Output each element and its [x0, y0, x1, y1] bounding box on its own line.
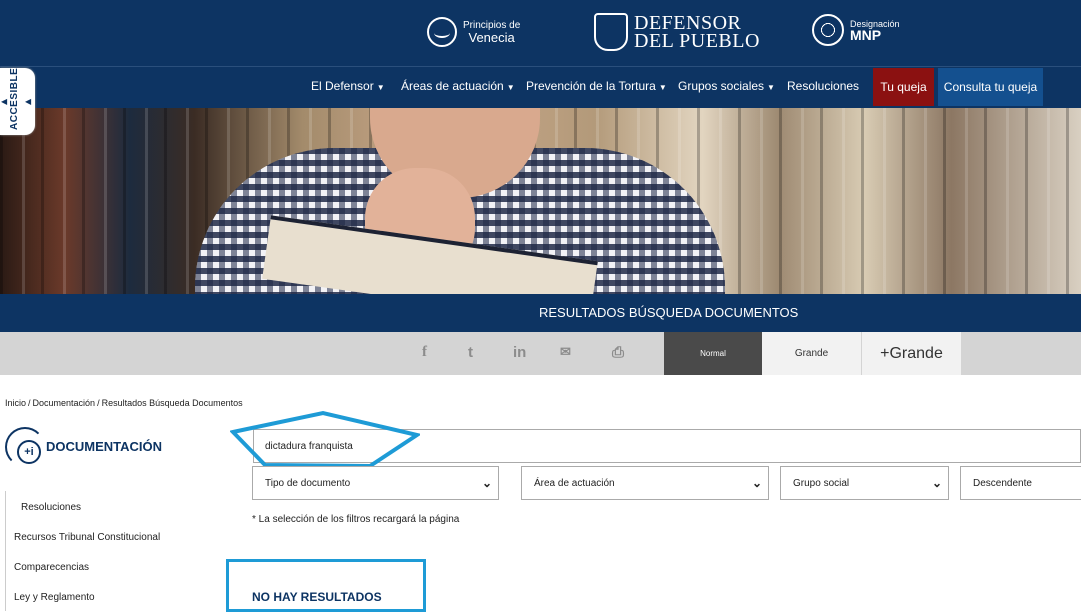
filter-grupo-social[interactable]: Grupo social ⌄	[780, 466, 949, 500]
facebook-icon[interactable]: f	[422, 344, 427, 361]
chevron-down-icon: ▼	[506, 83, 515, 92]
nav-areas-actuacion[interactable]: Áreas de actuación ▼	[401, 79, 515, 93]
chevron-down-icon: ▼	[767, 83, 775, 92]
filter-note: * La selección de los filtros recargará …	[252, 514, 460, 525]
print-icon[interactable]: ⎙	[612, 344, 624, 361]
breadcrumb-inicio[interactable]: Inicio	[5, 398, 26, 408]
chevron-down-icon: ⌄	[931, 476, 942, 490]
sidebar-item-ley-reglamento[interactable]: Ley y Reglamento	[14, 592, 95, 603]
nav-resoluciones[interactable]: Resoluciones	[787, 79, 859, 93]
reading-person-image	[195, 108, 725, 294]
mnp-designation-logo[interactable]: Designación MNP	[812, 14, 900, 46]
mnp-text: MNP	[850, 27, 882, 43]
filter-area-actuacion[interactable]: Área de actuación ⌄	[521, 466, 769, 500]
defensor-del-pueblo-logo[interactable]: DEFENSOR DEL PUEBLO	[594, 13, 760, 51]
chevron-down-icon: ▼	[376, 83, 385, 92]
site-header: Principios de Venecia DEFENSOR DEL PUEBLO …	[0, 0, 1081, 66]
font-size-grande-button[interactable]: Grande	[762, 332, 861, 375]
section-title: DOCUMENTACIÓN	[46, 439, 163, 454]
font-size-normal-button[interactable]: Normal	[664, 332, 762, 375]
venecia-principles-logo[interactable]: Principios de Venecia	[427, 15, 520, 49]
chevron-down-icon: ⌄	[751, 476, 762, 490]
section-heading: +i DOCUMENTACIÓN	[5, 427, 195, 472]
coat-of-arms-icon	[594, 13, 628, 51]
chevron-down-icon: ⌄	[481, 476, 492, 490]
font-size-mas-grande-button[interactable]: +Grande	[862, 332, 961, 375]
email-icon[interactable]: ✉	[560, 344, 571, 360]
logo-del-pueblo-text: DEL PUEBLO	[634, 30, 760, 52]
nav-el-defensor[interactable]: El Defensor ▼	[311, 79, 385, 93]
venecia-logo-text: Venecia	[468, 30, 515, 45]
nav-grupos-sociales[interactable]: Grupos sociales ▼	[678, 79, 775, 93]
nav-prevencion-tortura[interactable]: Prevención de la Tortura ▼	[526, 79, 667, 93]
sidebar-item-resoluciones[interactable]: Resoluciones	[21, 502, 81, 513]
info-icon: +i	[17, 440, 41, 464]
sidebar-item-comparecencias[interactable]: Comparecencias	[14, 562, 89, 573]
arrow-left-icon: ◀	[1, 97, 8, 106]
no-results-message: NO HAY RESULTADOS	[252, 590, 382, 604]
accessibility-label: ACCESIBLE	[9, 67, 20, 130]
breadcrumb: Inicio / Documentación / Resultados Búsqueda…	[5, 398, 243, 408]
arrow-left-icon: ◀	[25, 97, 32, 106]
hero-image	[0, 108, 1081, 294]
annotation-highlight	[230, 410, 420, 469]
breadcrumb-documentacion[interactable]: Documentación	[33, 398, 96, 408]
venecia-icon	[427, 17, 457, 47]
tu-queja-button[interactable]: Tu queja	[873, 68, 934, 106]
filter-tipo-documento[interactable]: Tipo de documento ⌄	[252, 466, 499, 500]
twitter-icon[interactable]: t	[468, 344, 473, 361]
no-results-highlight: NO HAY RESULTADOS	[226, 559, 426, 612]
page-title-bar: RESULTADOS BÚSQUEDA DOCUMENTOS	[0, 294, 1081, 332]
sidebar-item-recursos-tc[interactable]: Recursos Tribunal Constitucional	[14, 532, 160, 543]
accessibility-tab[interactable]: ◀ ACCESIBLE ◀	[0, 68, 35, 135]
chevron-down-icon: ▼	[658, 83, 667, 92]
sidebar-menu: Resoluciones Recursos Tribunal Constituc…	[5, 491, 206, 611]
page-title: RESULTADOS BÚSQUEDA DOCUMENTOS	[539, 305, 799, 320]
un-globe-icon	[812, 14, 844, 46]
consulta-queja-button[interactable]: Consulta tu queja	[938, 68, 1043, 106]
linkedin-icon[interactable]: in	[513, 344, 526, 361]
filter-orden[interactable]: Descendente	[960, 466, 1081, 500]
breadcrumb-current: Resultados Búsqueda Documentos	[101, 398, 243, 408]
